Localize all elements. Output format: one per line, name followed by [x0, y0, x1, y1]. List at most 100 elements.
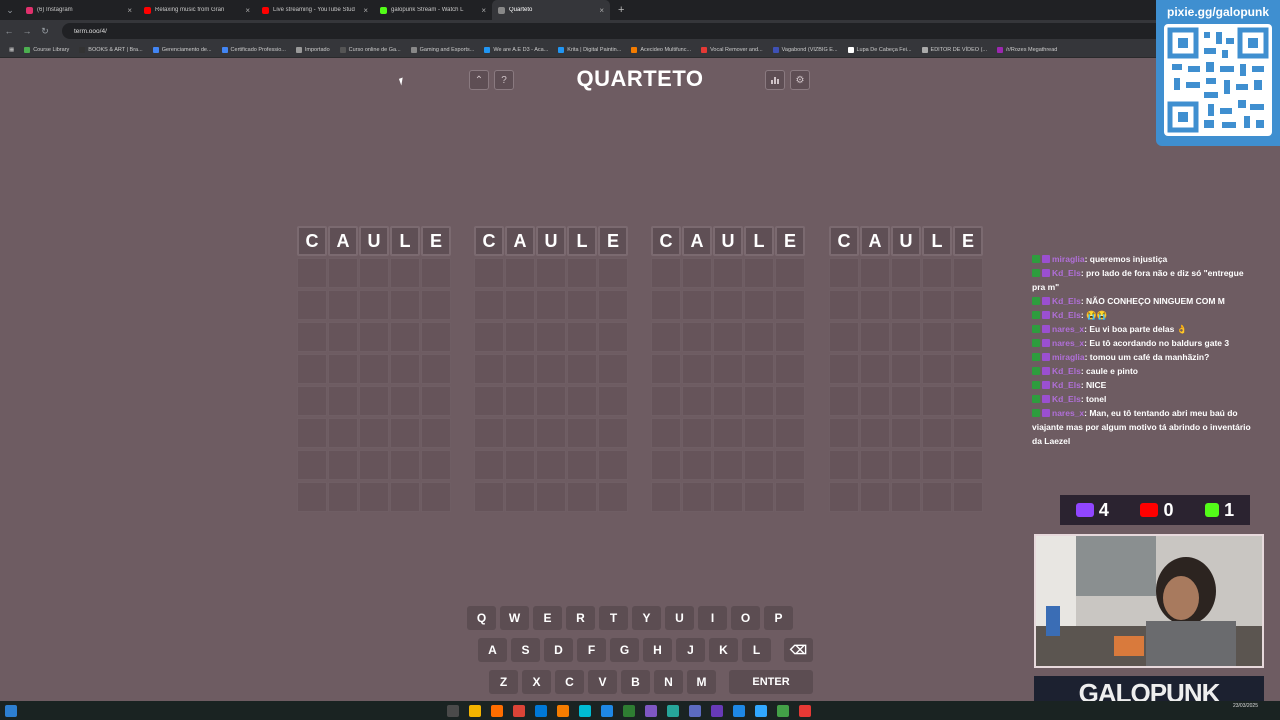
empty-tile [567, 418, 597, 448]
key-w[interactable]: W [500, 606, 529, 630]
browser-tab[interactable]: Relaxing music from Gran × [138, 0, 256, 20]
taskbar-app-icon[interactable] [623, 704, 635, 717]
close-icon[interactable]: × [127, 6, 132, 15]
chat-message: Kd_Els: tonel [1032, 392, 1258, 406]
key-e[interactable]: E [533, 606, 562, 630]
reload-icon[interactable]: ↻ [36, 26, 54, 37]
bookmark-item[interactable]: Gaming and Esports... [406, 46, 480, 53]
key-a[interactable]: A [478, 638, 507, 662]
bookmark-item[interactable]: /r/Rozes Megathread [992, 46, 1062, 53]
bookmark-item[interactable]: Curso online de Ga... [335, 46, 406, 53]
browser-tab[interactable]: galopunk Stream - Watch L × [374, 0, 492, 20]
empty-tile [421, 258, 451, 288]
browser-tab[interactable]: (6) Instagram × [20, 0, 138, 20]
empty-tile [598, 418, 628, 448]
forward-icon[interactable]: → [18, 26, 36, 36]
key-v[interactable]: V [588, 670, 617, 694]
key-y[interactable]: Y [632, 606, 661, 630]
empty-tile [328, 386, 358, 416]
arrow-up-icon[interactable]: ⌃ [469, 70, 489, 90]
key-c[interactable]: C [555, 670, 584, 694]
browser-tab[interactable]: Quarteto × [492, 0, 610, 20]
key-k[interactable]: K [709, 638, 738, 662]
empty-tile [536, 418, 566, 448]
empty-tile [567, 258, 597, 288]
key-z[interactable]: Z [489, 670, 518, 694]
close-icon[interactable]: × [599, 6, 604, 15]
bookmark-item[interactable]: Vocal Remover and... [696, 46, 768, 53]
taskbar-app-icon[interactable] [755, 704, 767, 717]
gear-icon[interactable]: ⚙ [790, 70, 810, 90]
key-p[interactable]: P [764, 606, 793, 630]
bookmark-item[interactable]: BOOKS & ART | Bra... [74, 46, 147, 53]
tab-search-icon[interactable]: ⌄ [0, 0, 20, 20]
taskbar-app-icon[interactable] [469, 704, 481, 717]
empty-tile [421, 386, 451, 416]
taskbar-app-icon[interactable] [777, 704, 789, 717]
bookmark-item[interactable]: Importado [291, 46, 335, 53]
key-l[interactable]: L [742, 638, 771, 662]
key-s[interactable]: S [511, 638, 540, 662]
page-title: QUARTETO [576, 66, 704, 91]
bookmark-item[interactable]: Gerenciamento de... [148, 46, 217, 53]
taskbar-app-icon[interactable] [711, 704, 723, 717]
taskbar-app-icon[interactable] [799, 704, 811, 717]
taskbar-app-icon[interactable] [557, 704, 569, 717]
key-u[interactable]: U [665, 606, 694, 630]
bookmark-item[interactable]: Lupa De Cabeça Fei... [843, 46, 917, 53]
key-i[interactable]: I [698, 606, 727, 630]
bookmark-item[interactable]: Course Library [19, 46, 74, 53]
key-o[interactable]: O [731, 606, 760, 630]
close-icon[interactable]: × [245, 6, 250, 15]
key-x[interactable]: X [522, 670, 551, 694]
bookmark-item[interactable]: EDITOR DE VÍDEO (... [917, 46, 992, 53]
bookmark-item[interactable]: Certificado Professio... [217, 46, 291, 53]
bookmark-item[interactable]: Krita | Digital Paintin... [553, 46, 626, 53]
enter-key[interactable]: ENTER [729, 670, 813, 694]
empty-tile [651, 322, 681, 352]
bookmark-label: /r/Rozes Megathread [1005, 46, 1058, 53]
taskbar-app-icon[interactable] [513, 704, 525, 717]
empty-tile [651, 418, 681, 448]
stats-icon[interactable] [765, 70, 785, 90]
key-f[interactable]: F [577, 638, 606, 662]
key-q[interactable]: Q [467, 606, 496, 630]
new-tab-button[interactable]: + [610, 4, 632, 16]
taskbar-app-icon[interactable] [733, 704, 745, 717]
taskbar-app-icon[interactable] [601, 704, 613, 717]
bookmark-item[interactable]: We are A.E D3 - Aca... [479, 46, 553, 53]
twitch-count: 4 [1075, 500, 1109, 521]
key-h[interactable]: H [643, 638, 672, 662]
bookmark-item[interactable]: Vagabond (VIZBIG E... [768, 46, 843, 53]
key-r[interactable]: R [566, 606, 595, 630]
key-j[interactable]: J [676, 638, 705, 662]
browser-tab[interactable]: Live streaming - YouTube Stud × [256, 0, 374, 20]
sub-badge-icon [1042, 409, 1050, 417]
taskbar-app-icon[interactable] [645, 704, 657, 717]
taskbar-app-icon[interactable] [579, 704, 591, 717]
bookmark-item[interactable]: Acecideo Multifunc... [626, 46, 696, 53]
taskbar-app-icon[interactable] [447, 704, 459, 717]
backspace-key[interactable]: ⌫ [784, 638, 813, 662]
key-m[interactable]: M [687, 670, 716, 694]
url-field[interactable]: term.ooo/4/ [62, 23, 1164, 39]
help-icon[interactable]: ? [494, 70, 514, 90]
taskbar-app-icon[interactable] [689, 704, 701, 717]
taskbar-app-icon[interactable] [535, 704, 547, 717]
key-t[interactable]: T [599, 606, 628, 630]
key-g[interactable]: G [610, 638, 639, 662]
key-d[interactable]: D [544, 638, 573, 662]
key-b[interactable]: B [621, 670, 650, 694]
apps-icon[interactable]: ▦ [4, 47, 19, 53]
taskbar-app-icon[interactable] [667, 704, 679, 717]
close-icon[interactable]: × [363, 6, 368, 15]
close-icon[interactable]: × [481, 6, 486, 15]
key-n[interactable]: N [654, 670, 683, 694]
chat-message: Kd_Els: pro lado de fora não e diz só "e… [1032, 266, 1258, 294]
tab-favicon-icon [498, 6, 505, 14]
taskbar-app-icon[interactable] [491, 704, 503, 717]
empty-tile [651, 482, 681, 512]
back-icon[interactable]: ← [0, 26, 18, 36]
empty-tile [567, 386, 597, 416]
start-icon[interactable] [5, 704, 17, 717]
